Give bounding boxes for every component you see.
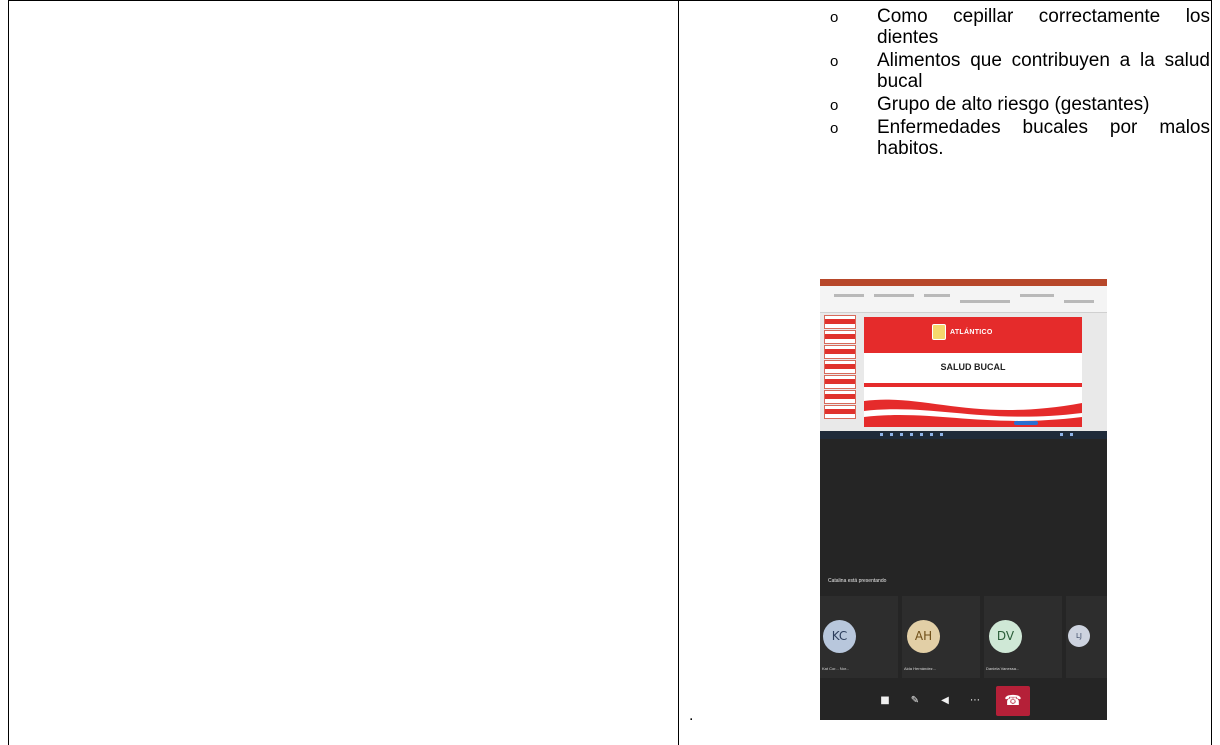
table-border-right bbox=[1211, 0, 1212, 745]
call-controls: ■ ✎ ◀ ⋯ ☎ bbox=[820, 682, 1107, 720]
list-item: o Grupo de alto riesgo (gestantes) bbox=[830, 94, 1210, 115]
participant-name: Kat Cor... Nor... bbox=[822, 666, 850, 671]
slide-tooltip-pill bbox=[1014, 421, 1038, 425]
logo-icon bbox=[932, 324, 946, 340]
current-slide: ATLÁNTICO SALUD BUCAL bbox=[864, 317, 1082, 427]
participant-name: Aida Hernández... bbox=[904, 666, 937, 671]
bullet-marker: o bbox=[830, 53, 839, 70]
video-call-screenshot: ATLÁNTICO SALUD BUCAL Catalina está pres… bbox=[820, 279, 1107, 720]
shared-presentation: ATLÁNTICO SALUD BUCAL bbox=[820, 279, 1107, 439]
table-border-middle bbox=[678, 0, 679, 745]
end-call-button[interactable]: ☎ bbox=[996, 686, 1030, 716]
participant-name: Daniela Vanessa... bbox=[986, 666, 1020, 671]
participant-strip: KC Kat Cor... Nor... AH Aida Hernández..… bbox=[820, 596, 1107, 678]
slide-divider bbox=[864, 383, 1082, 387]
presentation-titlebar bbox=[820, 279, 1107, 286]
table-border-top bbox=[8, 0, 1212, 1]
windows-taskbar bbox=[820, 431, 1107, 439]
presentation-ribbon bbox=[820, 286, 1107, 313]
avatar: AH bbox=[907, 620, 940, 653]
bullet-marker: o bbox=[830, 120, 839, 137]
table-border-left bbox=[8, 0, 9, 745]
list-item: o Enfermedades bucales por malos habitos… bbox=[830, 117, 1210, 159]
end-call-icon: ☎ bbox=[1004, 693, 1022, 709]
list-item-text: Enfermedades bucales por malos habitos. bbox=[877, 117, 1210, 159]
list-item-text: Grupo de alto riesgo (gestantes) bbox=[877, 94, 1150, 115]
more-options-icon[interactable]: ⋯ bbox=[968, 694, 982, 708]
bullet-marker: o bbox=[830, 97, 839, 114]
list-item-text: Como cepillar correctamente los dientes bbox=[877, 6, 1210, 48]
list-item: o Alimentos que contribuyen a la salud b… bbox=[830, 50, 1210, 92]
avatar: LJ bbox=[1068, 625, 1090, 647]
avatar: DV bbox=[989, 620, 1022, 653]
slide-title: SALUD BUCAL bbox=[940, 362, 1006, 372]
slide-wave-decoration bbox=[864, 399, 1082, 427]
participant-tile[interactable]: DV Daniela Vanessa... bbox=[984, 596, 1062, 678]
participant-tile[interactable]: KC Kat Cor... Nor... bbox=[820, 596, 898, 678]
topic-list: o Como cepillar correctamente los diente… bbox=[830, 6, 1210, 161]
participant-tile[interactable]: AH Aida Hernández... bbox=[902, 596, 980, 678]
speaker-icon[interactable]: ◀ bbox=[938, 694, 952, 708]
avatar: KC bbox=[823, 620, 856, 653]
slide-thumbnails bbox=[824, 315, 856, 429]
presenter-label: Catalina está presentando bbox=[828, 578, 887, 584]
microphone-muted-icon[interactable]: ✎ bbox=[908, 694, 922, 708]
slide-logo-text: ATLÁNTICO bbox=[950, 329, 993, 336]
bullet-marker: o bbox=[830, 9, 839, 26]
list-item-text: Alimentos que contribuyen a la salud buc… bbox=[877, 50, 1210, 92]
cell-note: . bbox=[689, 707, 694, 724]
list-item: o Como cepillar correctamente los diente… bbox=[830, 6, 1210, 48]
video-camera-icon[interactable]: ■ bbox=[878, 694, 892, 708]
participant-tile[interactable]: LJ bbox=[1066, 596, 1107, 678]
